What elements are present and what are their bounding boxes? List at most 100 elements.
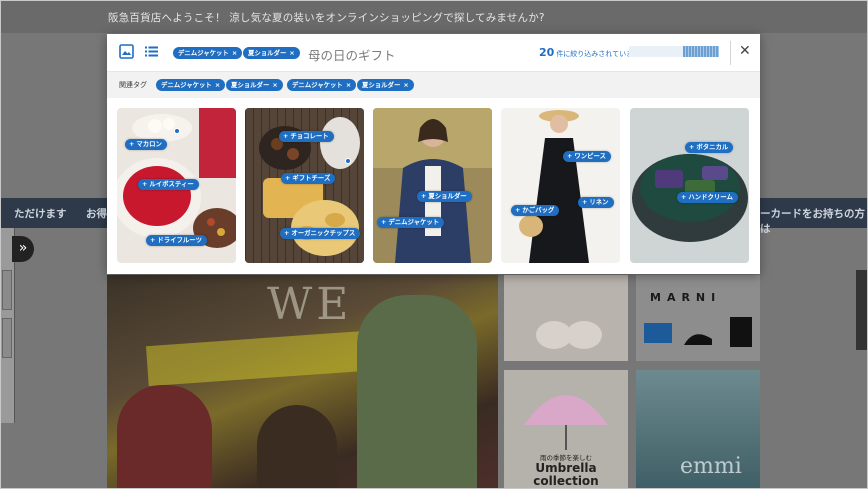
denim-outfit-photo	[373, 108, 492, 263]
right-edge-panel	[856, 270, 868, 350]
image-tag-pin[interactable]: + デニムジャケット	[377, 217, 445, 228]
hero-person-shape	[117, 385, 212, 489]
image-tag-pin[interactable]: + ワンピース	[563, 151, 611, 162]
plus-icon: +	[142, 180, 148, 188]
pin-label: ボタニカル	[696, 143, 729, 151]
filter-progress-fill	[683, 46, 719, 57]
image-tag-pin[interactable]: + チョコレート	[279, 131, 334, 142]
chip-remove-icon[interactable]: ×	[346, 81, 351, 89]
image-tag-pin[interactable]: + かごバッグ	[511, 205, 560, 216]
pin-label: かごバッグ	[522, 206, 555, 214]
selected-tag-chip[interactable]: 夏ショルダー ×	[243, 47, 300, 59]
umbrella-title: Umbrella	[535, 461, 597, 475]
chip-remove-icon[interactable]: ×	[289, 49, 294, 57]
image-tag-pin[interactable]: + リネン	[578, 197, 614, 208]
result-count-number: 20	[539, 46, 555, 59]
pin-label: オーガニックチップス	[291, 229, 356, 237]
side-panel-field[interactable]	[2, 318, 12, 358]
related-tag-chip[interactable]: 夏ショルダー ×	[357, 79, 414, 91]
pin-label: マカロン	[136, 140, 162, 148]
image-card-snacks[interactable]: + チョコレート + ギフトチーズ + オーガニックチップス	[245, 108, 364, 263]
umbrella-title-2: collection	[533, 474, 599, 488]
plus-icon: +	[681, 193, 687, 201]
plus-icon: +	[285, 174, 291, 182]
image-card-sweets[interactable]: + マカロン + ルイボスティー + ドライフルーツ	[117, 108, 236, 263]
chip-label: 夏ショルダー	[248, 49, 287, 57]
marni-tile[interactable]: MARNI	[636, 275, 760, 361]
dress-outfit-photo	[501, 108, 620, 263]
tag-hotspot-dot[interactable]	[174, 128, 180, 134]
plus-icon: +	[381, 218, 387, 226]
image-card-denim[interactable]: + 夏ショルダー + デニムジャケット	[373, 108, 492, 263]
plus-icon: +	[421, 192, 427, 200]
image-card-dress[interactable]: + ワンピース + リネン + かごバッグ	[501, 108, 620, 263]
image-view-icon[interactable]	[119, 44, 134, 63]
image-tag-pin[interactable]: + 夏ショルダー	[417, 191, 472, 202]
plus-icon: +	[284, 229, 290, 237]
result-count: 20 件に絞り込みされています	[539, 46, 640, 59]
lingerie-tile[interactable]	[504, 275, 628, 361]
related-tags-label: 関連タグ	[119, 81, 147, 89]
close-icon[interactable]: ✕	[739, 43, 751, 59]
pin-label: ワンピース	[574, 152, 606, 160]
chip-label: デニムジャケット	[292, 81, 343, 89]
plus-icon: +	[515, 206, 521, 214]
result-count-suffix: 件に絞り込みされています	[556, 50, 641, 58]
pin-label: リネン	[589, 198, 609, 206]
tag-hotspot-dot[interactable]	[345, 158, 351, 164]
pin-label: ルイボスティー	[149, 180, 194, 188]
chip-label: 夏ショルダー	[231, 81, 270, 89]
image-tag-pin[interactable]: + ボタニカル	[685, 142, 734, 153]
hero-title: WE	[267, 279, 353, 330]
selected-tag-chip[interactable]: デニムジャケット ×	[173, 47, 243, 59]
image-card-botanical[interactable]: + ボタニカル + ハンドクリーム	[630, 108, 749, 263]
image-tag-pin[interactable]: + オーガニックチップス	[280, 228, 361, 239]
related-tag-chip[interactable]: デニムジャケット ×	[156, 79, 226, 91]
filter-progress-bar	[629, 46, 719, 57]
marni-products-illustration	[644, 317, 752, 347]
botanical-cream-photo	[630, 108, 749, 263]
hero-person-shape	[257, 405, 337, 489]
related-tag-chip[interactable]: 夏ショルダー ×	[226, 79, 283, 91]
related-tag-chip[interactable]: デニムジャケット ×	[287, 79, 357, 91]
umbrella-collection-tile[interactable]: 雨の季節を楽しむ Umbrella collection	[504, 370, 628, 489]
hero-person-shape	[357, 295, 477, 489]
top-announcement-bar: 阪急百貨店へようこそ！ 涼し気な夏の装いをオンラインショッピングで探してみません…	[0, 0, 868, 33]
list-view-icon[interactable]	[144, 44, 159, 63]
pin-label: チョコレート	[290, 132, 329, 140]
pin-label: ハンドクリーム	[688, 193, 733, 201]
chip-label: デニムジャケット	[161, 81, 212, 89]
hero-image[interactable]: WE	[107, 275, 498, 489]
banner-text-left: ただけます	[14, 208, 67, 220]
image-tag-pin[interactable]: + マカロン	[125, 139, 167, 150]
pin-label: ギフトチーズ	[292, 174, 331, 182]
plus-icon: +	[689, 143, 695, 151]
header-divider	[730, 41, 731, 65]
plus-icon: +	[283, 132, 289, 140]
banner-text-left2: お得	[86, 208, 107, 220]
plus-icon: +	[129, 140, 135, 148]
chip-remove-icon[interactable]: ×	[215, 81, 220, 89]
side-panel-field[interactable]	[2, 270, 12, 310]
modal-header: デニムジャケット × 夏ショルダー × 母の日のギフト 20 件に絞り込みされています…	[107, 34, 760, 72]
image-tag-pin[interactable]: + ギフトチーズ	[281, 173, 336, 184]
pin-label: ドライフルーツ	[157, 236, 202, 244]
banner-text-right: ーカードをお持ちの方は	[760, 208, 865, 235]
chip-label: 夏ショルダー	[362, 81, 401, 89]
plus-icon: +	[567, 152, 573, 160]
chip-remove-icon[interactable]: ×	[232, 49, 237, 57]
image-tag-pin[interactable]: + ドライフルーツ	[146, 235, 207, 246]
related-tags-row: 関連タグ デニムジャケット × 夏ショルダー × デニムジャケット × 夏ショルダー ×	[107, 72, 760, 98]
image-tag-pin[interactable]: + ルイボスティー	[138, 179, 199, 190]
pin-label: 夏ショルダー	[428, 192, 467, 200]
chip-remove-icon[interactable]: ×	[403, 81, 408, 89]
pin-label: デニムジャケット	[388, 218, 440, 226]
search-query-text[interactable]: 母の日のギフト	[308, 45, 396, 64]
image-tag-pin[interactable]: + ハンドクリーム	[677, 192, 738, 203]
chip-remove-icon[interactable]: ×	[272, 81, 277, 89]
plus-icon: +	[150, 236, 156, 244]
plus-icon: +	[582, 198, 588, 206]
welcome-text: 阪急百貨店へようこそ！ 涼し気な夏の装いをオンラインショッピングで探してみません…	[108, 12, 545, 24]
emmi-tile[interactable]: emmi	[636, 370, 760, 489]
tag-search-modal: デニムジャケット × 夏ショルダー × 母の日のギフト 20 件に絞り込みされています…	[107, 34, 760, 274]
